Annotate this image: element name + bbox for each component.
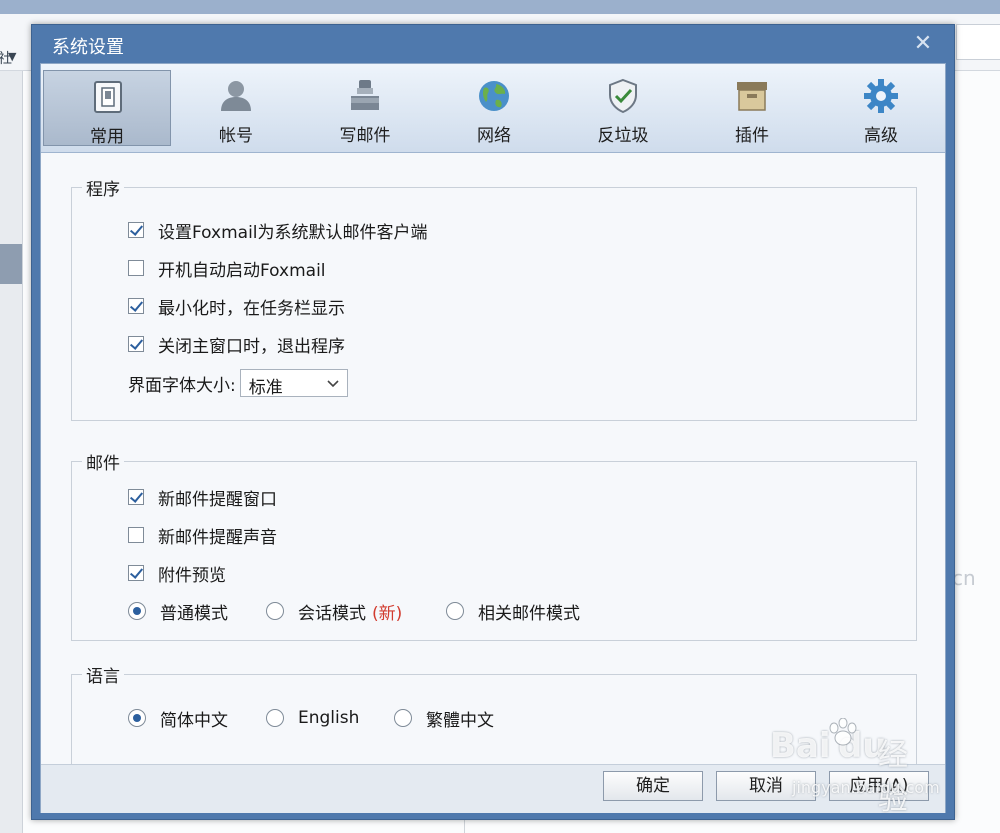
font-size-label: 界面字体大小: — [128, 375, 236, 396]
tab-label: 插件 — [735, 126, 769, 146]
option-new-mail-sound[interactable]: 新邮件提醒声音 — [128, 523, 277, 548]
tab-antispam[interactable]: 反垃圾 — [559, 70, 687, 146]
option-label: 开机自动启动Foxmail — [158, 260, 326, 281]
app-title-strip — [0, 0, 1000, 14]
mail-group: 邮件 新邮件提醒窗口 新邮件提醒声音 附件预览 普通模式 会话模式 (新) 相关… — [71, 449, 917, 641]
globe-icon — [479, 81, 509, 111]
option-label: 关闭主窗口时，退出程序 — [158, 336, 345, 357]
mode-conversation[interactable]: 会话模式 (新) — [266, 599, 403, 624]
settings-tabbar: 常用 帐号 写邮件 网络 反垃圾 插件 高级 — [41, 64, 945, 153]
checkbox[interactable] — [128, 565, 144, 581]
tab-label: 常用 — [90, 127, 124, 147]
inkwell-icon — [351, 80, 379, 110]
tab-label: 高级 — [864, 126, 898, 146]
checkbox[interactable] — [128, 260, 144, 276]
settings-dialog: 系统设置 ✕ 常用 帐号 写邮件 网络 反垃圾 插件 高级 程序 设置Foxma… — [31, 24, 955, 820]
ok-button[interactable]: 确定 — [603, 771, 703, 801]
option-label: 新邮件提醒窗口 — [158, 489, 277, 510]
tab-label: 网络 — [477, 126, 511, 146]
watermark-partial-text: cn — [952, 566, 976, 590]
checkbox[interactable] — [128, 336, 144, 352]
divider — [464, 818, 465, 833]
search-input[interactable] — [956, 24, 1000, 60]
radio-button[interactable] — [394, 709, 412, 727]
mode-related[interactable]: 相关邮件模式 — [446, 599, 580, 624]
tab-plugins[interactable]: 插件 — [688, 70, 816, 146]
font-size-value: 标准 — [248, 378, 283, 398]
close-icon[interactable]: ✕ — [912, 33, 934, 55]
chevron-down-icon — [327, 380, 339, 388]
mode-label: 相关邮件模式 — [478, 603, 580, 624]
box-icon — [737, 82, 767, 111]
font-size-select[interactable]: 标准 — [239, 369, 348, 398]
option-close-exit[interactable]: 关闭主窗口时，退出程序 — [128, 332, 345, 357]
tab-network[interactable]: 网络 — [430, 70, 558, 146]
checkbox[interactable] — [128, 222, 144, 238]
mode-label: 会话模式 — [298, 603, 366, 624]
option-minimize-taskbar[interactable]: 最小化时，在任务栏显示 — [128, 294, 345, 319]
user-icon — [221, 81, 251, 111]
option-new-mail-window[interactable]: 新邮件提醒窗口 — [128, 485, 277, 510]
radio-button[interactable] — [266, 709, 284, 727]
cancel-button[interactable]: 取消 — [716, 771, 816, 801]
radio-button[interactable] — [266, 602, 284, 620]
app-sidebar — [0, 71, 23, 833]
checkbox[interactable] — [128, 527, 144, 543]
apply-button[interactable]: 应用(A) — [829, 771, 929, 801]
language-simplified[interactable]: 简体中文 — [128, 706, 228, 731]
dialog-footer: 确定 取消 应用(A) — [41, 764, 945, 813]
radio-button[interactable] — [128, 709, 146, 727]
tab-compose[interactable]: 写邮件 — [301, 70, 429, 146]
dialog-content: 常用 帐号 写邮件 网络 反垃圾 插件 高级 程序 设置Foxmail为系统默认… — [40, 63, 946, 813]
tab-label: 写邮件 — [339, 126, 391, 146]
group-title-language: 语言 — [82, 662, 124, 687]
option-label: 附件预览 — [158, 565, 226, 586]
option-label: 新邮件提醒声音 — [158, 527, 277, 548]
option-default-client[interactable]: 设置Foxmail为系统默认邮件客户端 — [128, 218, 428, 243]
tab-account[interactable]: 帐号 — [172, 70, 300, 146]
language-label: 简体中文 — [160, 710, 228, 731]
sidebar-selected-item[interactable] — [0, 244, 22, 284]
radio-button[interactable] — [446, 602, 464, 620]
checkbox[interactable] — [128, 298, 144, 314]
checkbox[interactable] — [128, 489, 144, 505]
group-title-program: 程序 — [82, 175, 124, 200]
font-size-row: 界面字体大小: 标准 — [128, 368, 348, 398]
language-group: 语言 简体中文 English 繁體中文 — [71, 662, 917, 764]
option-autostart[interactable]: 开机自动启动Foxmail — [128, 256, 326, 281]
language-label: English — [298, 708, 360, 728]
option-attachment-preview[interactable]: 附件预览 — [128, 561, 226, 586]
dialog-title: 系统设置 — [52, 37, 124, 58]
mode-normal[interactable]: 普通模式 — [128, 599, 228, 624]
group-title-mail: 邮件 — [82, 449, 124, 474]
radio-button[interactable] — [128, 602, 146, 620]
dropdown-arrow-icon[interactable]: ▼ — [8, 50, 16, 63]
language-traditional[interactable]: 繁體中文 — [394, 706, 494, 731]
tab-general[interactable]: 常用 — [43, 70, 171, 147]
option-label: 设置Foxmail为系统默认邮件客户端 — [158, 222, 428, 243]
switch-icon — [94, 81, 122, 113]
shield-check-icon — [609, 78, 637, 114]
mode-label: 普通模式 — [160, 603, 228, 624]
language-label: 繁體中文 — [426, 710, 494, 731]
tab-label: 反垃圾 — [597, 126, 649, 146]
new-badge: (新) — [372, 603, 403, 624]
option-label: 最小化时，在任务栏显示 — [158, 298, 345, 319]
language-english[interactable]: English — [266, 706, 359, 730]
gear-icon — [864, 79, 898, 113]
tab-label: 帐号 — [219, 126, 253, 146]
program-group: 程序 设置Foxmail为系统默认邮件客户端 开机自动启动Foxmail 最小化… — [71, 175, 917, 421]
tab-advanced[interactable]: 高级 — [817, 70, 945, 146]
